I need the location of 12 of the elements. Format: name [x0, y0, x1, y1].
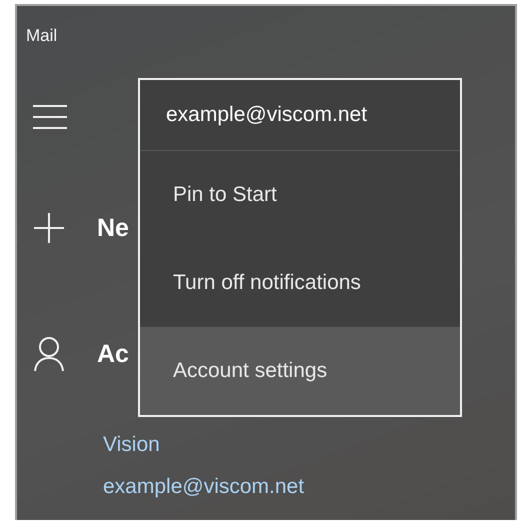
- menu-item[interactable]: Turn off notifications: [140, 239, 460, 327]
- window-title: Mail: [26, 26, 58, 45]
- person-icon: [33, 336, 65, 372]
- menu-item[interactable]: Pin to Start: [140, 151, 460, 239]
- plus-icon: [33, 212, 65, 244]
- menu-header: example@viscom.net: [166, 103, 368, 127]
- nav-label[interactable]: Ne: [97, 214, 129, 242]
- account-name-link[interactable]: Vision: [103, 424, 160, 466]
- nav-label[interactable]: Ac: [97, 340, 129, 368]
- menu-icon[interactable]: [33, 105, 67, 129]
- account-email-link[interactable]: example@viscom.net: [103, 466, 304, 508]
- menu-item[interactable]: Account settings: [140, 327, 460, 415]
